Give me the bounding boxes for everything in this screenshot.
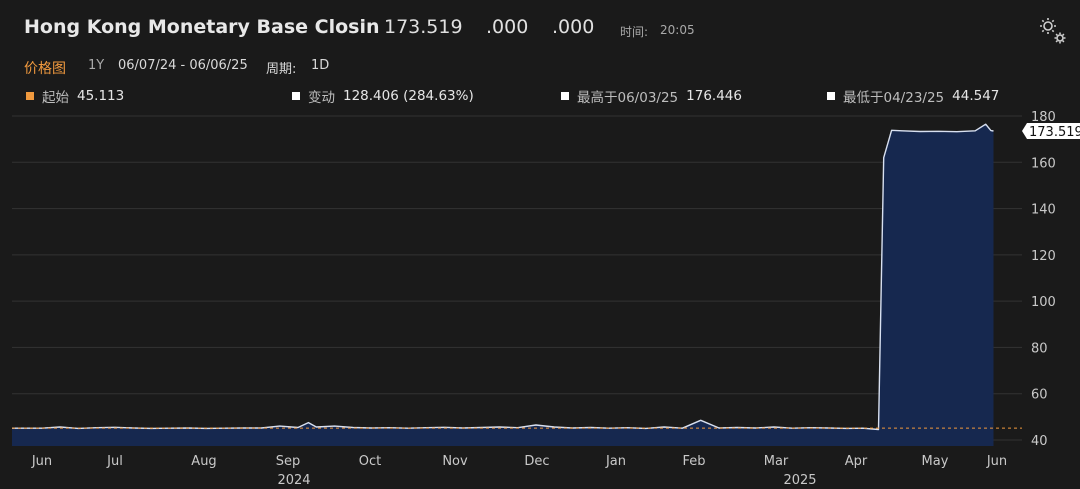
data-point (990, 129, 992, 131)
y-tick-label: 60 (1031, 388, 1048, 403)
y-tick-label: 160 (1031, 156, 1056, 171)
x-tick-label: Jul (106, 454, 123, 469)
y-tick-label: 120 (1031, 249, 1056, 264)
data-point (974, 130, 976, 132)
x-tick-label: Sep (276, 454, 301, 469)
data-point (535, 424, 537, 426)
x-tick-label: Jun (986, 454, 1007, 469)
data-point (315, 426, 317, 428)
price-chart[interactable]: 406080100120140160180173.519Jun Jul Aug Sep… (0, 0, 1080, 489)
data-point (681, 427, 683, 429)
y-tick-label: 180 (1031, 110, 1056, 125)
y-tick-label: 140 (1031, 203, 1056, 218)
data-point (352, 426, 354, 428)
data-point (333, 425, 335, 427)
data-point (992, 130, 994, 132)
data-point (985, 123, 987, 125)
x-tick-label: Feb (682, 454, 705, 469)
x-year-label: 2024 (277, 473, 310, 488)
data-point (901, 130, 903, 132)
x-tick-label: May (922, 454, 949, 469)
x-tick-label: Jan (605, 454, 626, 469)
x-tick-label: Dec (524, 454, 549, 469)
data-point (663, 426, 665, 428)
data-point (718, 427, 720, 429)
x-tick-label: Aug (191, 454, 216, 469)
data-point (307, 421, 309, 423)
data-point (919, 130, 921, 132)
data-point (883, 157, 885, 159)
data-point (890, 129, 892, 131)
last-value-tag-text: 173.519 (1029, 125, 1080, 140)
x-tick-label: Oct (359, 454, 381, 469)
series-line (12, 123, 994, 431)
x-tick-label: Nov (442, 454, 468, 469)
x-tick-label: Apr (845, 454, 868, 469)
series-area (12, 124, 994, 446)
x-tick-label: Jun (31, 454, 52, 469)
last-value-tag: 173.519 (1022, 122, 1080, 140)
data-point (862, 427, 864, 429)
data-point (956, 131, 958, 133)
x-tick-label: Mar (764, 454, 789, 469)
data-point (700, 419, 702, 421)
data-point (279, 425, 281, 427)
y-tick-label: 80 (1031, 341, 1048, 356)
x-year-label: 2025 (783, 473, 816, 488)
y-tick-label: 100 (1031, 295, 1056, 310)
data-point (937, 130, 939, 132)
data-point (297, 426, 299, 428)
